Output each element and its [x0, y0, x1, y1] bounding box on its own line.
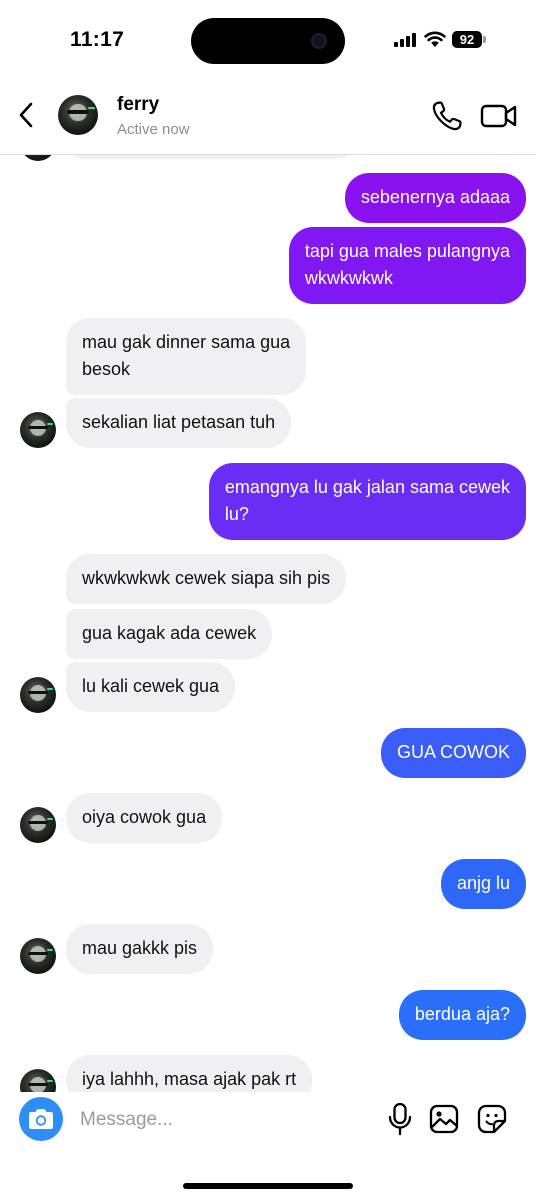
incoming-message[interactable]: sekalian liat petasan tuh — [66, 398, 292, 448]
dynamic-island — [191, 18, 345, 64]
camera-dot — [311, 33, 327, 49]
message-text-line: mau gak dinner sama gua — [82, 332, 291, 352]
message-text: oiya cowok gua — [82, 807, 207, 827]
signal-icon — [394, 33, 418, 47]
incoming-message[interactable]: wkwkwkwk cewek siapa sih pis — [66, 554, 347, 604]
battery-icon: 92 — [452, 31, 482, 48]
wifi-icon — [424, 31, 446, 47]
outgoing-message[interactable]: anjg lu — [440, 859, 526, 909]
message-input[interactable] — [80, 1106, 370, 1134]
active-status: Active now — [117, 121, 190, 138]
contact-name[interactable]: ferry — [117, 94, 159, 116]
microphone-icon[interactable] — [386, 1102, 414, 1136]
status-bar: 11:17 92 — [0, 0, 536, 80]
camera-icon — [29, 1109, 53, 1129]
camera-button[interactable] — [19, 1097, 63, 1141]
message-text: sekalian liat petasan tuh — [82, 412, 276, 432]
message-text: iya lahhh, masa ajak pak rt — [82, 1069, 297, 1089]
message-composer — [0, 1092, 536, 1200]
incoming-message[interactable]: lu kali cewek gua — [66, 662, 236, 712]
incoming-message[interactable]: gua kagak ada cewek — [66, 609, 273, 659]
message-text: anjg lu — [456, 873, 510, 893]
outgoing-message[interactable]: emangnya lu gak jalan sama cewek lu? — [208, 463, 526, 540]
message-thread[interactable]: sebenernya adaaa tapi gua males pulangny… — [0, 155, 536, 1092]
outgoing-message[interactable]: GUA COWOK — [380, 728, 526, 778]
message-text: gua kagak ada cewek — [82, 623, 257, 643]
message-text: wkwkwkwk cewek siapa sih pis — [82, 568, 331, 588]
contact-avatar[interactable] — [58, 95, 98, 135]
video-camera-icon[interactable] — [480, 100, 518, 132]
incoming-message[interactable]: mau gakkk pis — [66, 924, 214, 974]
sender-avatar — [20, 938, 56, 974]
incoming-message[interactable]: iya lahhh, masa ajak pak rt — [66, 1055, 313, 1092]
back-chevron-icon[interactable] — [14, 100, 40, 130]
outgoing-message[interactable]: sebenernya adaaa — [344, 173, 526, 223]
message-text: lu kali cewek gua — [82, 676, 220, 696]
cut-off-incoming-bubble — [66, 155, 356, 159]
sender-avatar — [20, 1069, 56, 1092]
message-text: mau gakkk pis — [82, 938, 198, 958]
phone-icon[interactable] — [430, 99, 464, 133]
message-text: GUA COWOK — [396, 742, 510, 762]
sender-avatar — [20, 807, 56, 843]
chat-header: ferry Active now — [0, 80, 536, 155]
sender-avatar — [20, 155, 56, 161]
message-text-line: besok — [82, 359, 131, 379]
incoming-message[interactable]: oiya cowok gua — [66, 793, 223, 843]
message-text-line: lu? — [224, 504, 249, 524]
image-icon[interactable] — [429, 1104, 459, 1134]
incoming-message[interactable]: mau gak dinner sama gua besok — [66, 318, 307, 395]
message-text: sebenernya adaaa — [360, 187, 510, 207]
sender-avatar — [20, 412, 56, 448]
home-indicator — [183, 1183, 353, 1189]
sticker-icon[interactable] — [477, 1104, 507, 1134]
message-text-line: tapi gua males pulangnya — [304, 241, 510, 261]
outgoing-message[interactable]: tapi gua males pulangnya wkwkwkwk — [288, 227, 526, 304]
status-time: 11:17 — [70, 28, 125, 51]
sender-avatar — [20, 677, 56, 713]
message-text-line: wkwkwkwk — [304, 268, 393, 288]
message-text-line: emangnya lu gak jalan sama cewek — [224, 477, 510, 497]
message-text: berdua aja? — [414, 1004, 510, 1024]
battery-cap — [483, 36, 486, 43]
outgoing-message[interactable]: berdua aja? — [398, 990, 526, 1040]
